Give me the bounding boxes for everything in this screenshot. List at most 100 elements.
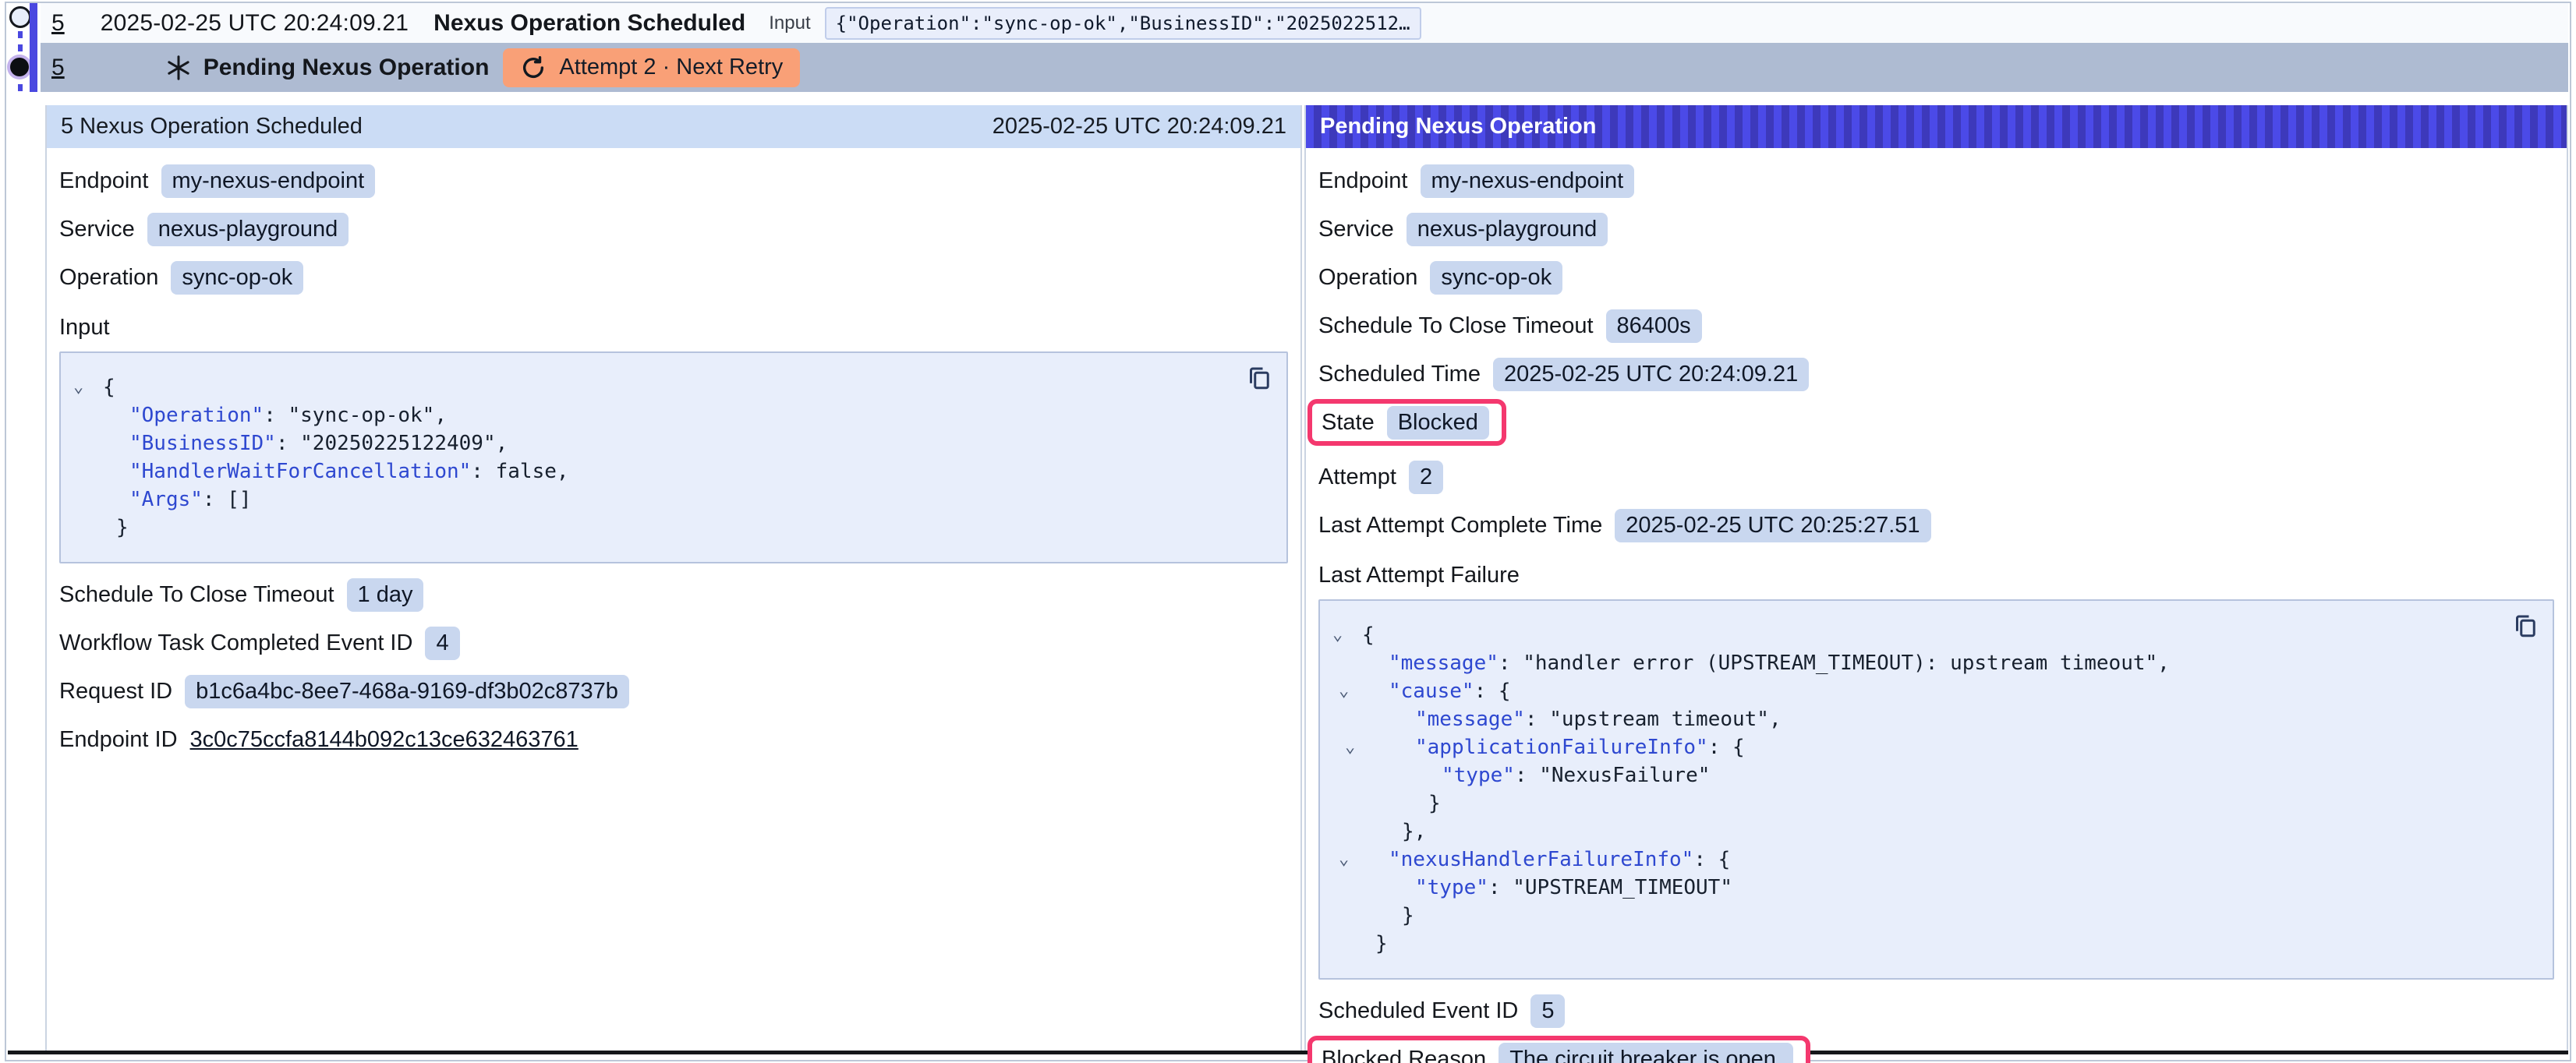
json-code-line: ⌄"nexusHandlerFailureInfo": { <box>1328 846 2534 874</box>
left-fields-bottom: Schedule To Close Timeout 1 day Workflow… <box>59 577 1288 708</box>
json-code-line: ⌄{ <box>69 373 1268 401</box>
left-panel-timestamp: 2025-02-25 UTC 20:24:09.21 <box>993 114 1286 139</box>
field-row: Operation sync-op-ok <box>59 260 1288 295</box>
left-panel-header: 5 Nexus Operation Scheduled 2025-02-25 U… <box>47 105 1300 148</box>
json-text: "applicationFailureInfo": { <box>1362 733 1745 761</box>
json-text: "cause": { <box>1362 677 1511 705</box>
json-gutter <box>1328 902 1362 930</box>
json-plain: : "sync-op-ok", <box>264 404 447 427</box>
blocked-reason-value: The circuit breaker is open. <box>1499 1043 1793 1063</box>
collapse-chevron-icon[interactable]: ⌄ <box>69 373 103 401</box>
event-id-link[interactable]: 5 <box>51 55 65 81</box>
json-code-line: ⌄"applicationFailureInfo": { <box>1328 733 2534 761</box>
field-label: Scheduled Time <box>1318 362 1481 387</box>
input-json-block: ⌄{"Operation": "sync-op-ok","BusinessID"… <box>59 351 1288 563</box>
json-code-line: "Args": [] <box>69 486 1268 514</box>
right-fields-top: Endpoint my-nexus-endpoint Service nexus… <box>1318 164 2554 391</box>
event-id-link[interactable]: 5 <box>51 10 65 37</box>
json-plain: } <box>1428 792 1441 815</box>
json-code-line: }, <box>1328 818 2534 846</box>
json-plain: : "NexusFailure" <box>1515 764 1710 787</box>
json-text: { <box>103 373 115 401</box>
json-key: "cause" <box>1389 680 1474 703</box>
event-row-nexus-operation-scheduled[interactable]: 5 2025-02-25 UTC 20:24:09.21 Nexus Opera… <box>41 3 2568 43</box>
json-plain: : { <box>1474 680 1511 703</box>
field-value: 1 day <box>347 578 424 612</box>
field-value: nexus-playground <box>147 213 349 246</box>
collapse-chevron-icon[interactable]: ⌄ <box>1328 677 1362 705</box>
field-value: sync-op-ok <box>1430 261 1562 295</box>
scheduled-event-id-row: Scheduled Event ID 5 <box>1318 994 2554 1028</box>
json-key: "type" <box>1442 764 1515 787</box>
field-label: Service <box>59 217 135 242</box>
json-text: { <box>1362 621 1375 649</box>
json-text: } <box>1362 902 1414 930</box>
json-gutter <box>69 514 103 542</box>
json-text: "message": "handler error (UPSTREAM_TIME… <box>1362 649 2170 677</box>
json-code-line: } <box>69 514 1268 542</box>
json-code-line: "message": "upstream timeout", <box>1328 705 2534 733</box>
event-row-pending-nexus-operation[interactable]: 5 Pending Nexus Operation Attempt 2 · Ne… <box>41 43 2568 92</box>
right-panel-header: Pending Nexus Operation <box>1306 105 2567 148</box>
field-label: Request ID <box>59 679 172 705</box>
field-label: Operation <box>59 265 158 291</box>
json-code-line: ⌄{ <box>1328 621 2534 649</box>
field-value: 86400s <box>1606 309 1702 343</box>
timeline-start-icon <box>9 6 31 28</box>
json-gutter <box>1328 818 1362 846</box>
field-row: Scheduled Time 2025-02-25 UTC 20:24:09.2… <box>1318 357 2554 391</box>
field-label: Operation <box>1318 265 1417 291</box>
json-code-line: } <box>1328 930 2534 958</box>
collapse-chevron-icon[interactable]: ⌄ <box>1328 846 1362 874</box>
selected-event-indicator-bar <box>30 3 37 92</box>
json-plain: : { <box>1693 848 1730 871</box>
json-gutter <box>1328 930 1362 958</box>
field-value: 4 <box>425 627 459 660</box>
json-code-line: } <box>1328 902 2534 930</box>
input-preview-pill: {"Operation":"sync-op-ok","BusinessID":"… <box>825 7 1421 40</box>
field-row: Request ID b1c6a4bc-8ee7-468a-9169-df3b0… <box>59 674 1288 708</box>
json-text: } <box>1362 930 1388 958</box>
field-row: Service nexus-playground <box>59 212 1288 246</box>
collapse-chevron-icon[interactable]: ⌄ <box>1328 621 1362 649</box>
json-gutter <box>69 429 103 457</box>
endpoint-id-link[interactable]: 3c0c75ccfa8144b092c13ce632463761 <box>190 727 579 753</box>
json-key: "message" <box>1389 652 1499 675</box>
field-label: Attempt <box>1318 464 1396 490</box>
json-text: }, <box>1362 818 1426 846</box>
json-gutter <box>1328 761 1362 789</box>
event-detail-area: 5 Nexus Operation Scheduled 2025-02-25 U… <box>8 92 2568 1054</box>
json-plain: : [] <box>203 488 252 511</box>
failure-json-block: ⌄{"message": "handler error (UPSTREAM_TI… <box>1318 599 2554 980</box>
json-plain: } <box>1402 904 1414 927</box>
field-value: sync-op-ok <box>171 261 303 295</box>
copy-icon[interactable] <box>1244 364 1274 394</box>
attempt-retry-badge: Attempt 2 · Next Retry <box>503 48 800 87</box>
copy-icon[interactable] <box>2511 612 2540 641</box>
json-text: "BusinessID": "20250225122409", <box>103 429 508 457</box>
json-code-line: ⌄"cause": { <box>1328 677 2534 705</box>
left-panel-title: 5 Nexus Operation Scheduled <box>61 114 363 139</box>
json-gutter <box>69 401 103 429</box>
json-text: "nexusHandlerFailureInfo": { <box>1362 846 1730 874</box>
field-label: Blocked Reason <box>1322 1047 1486 1063</box>
attempt-retry-badge-label: Attempt 2 · Next Retry <box>559 55 783 80</box>
json-gutter <box>69 457 103 486</box>
field-label: Endpoint ID <box>59 727 178 753</box>
json-plain: { <box>1362 623 1375 647</box>
json-text: } <box>1362 789 1441 818</box>
field-value: 5 <box>1530 994 1565 1028</box>
field-label: Schedule To Close Timeout <box>59 582 334 608</box>
field-label: Last Attempt Complete Time <box>1318 513 1602 539</box>
json-gutter <box>1328 649 1362 677</box>
field-value: 2025-02-25 UTC 20:24:09.21 <box>1493 358 1809 391</box>
state-row: State Blocked <box>1322 405 1489 440</box>
last-attempt-failure-label: Last Attempt Failure <box>1318 563 2554 588</box>
endpoint-id-row: Endpoint ID 3c0c75ccfa8144b092c13ce63246… <box>59 722 1288 757</box>
collapse-chevron-icon[interactable]: ⌄ <box>1328 733 1362 761</box>
right-panel-title: Pending Nexus Operation <box>1320 114 1597 139</box>
json-code-line: "Operation": "sync-op-ok", <box>69 401 1268 429</box>
json-text: "type": "NexusFailure" <box>1362 761 1710 789</box>
field-label: Endpoint <box>59 168 149 194</box>
json-key: "type" <box>1415 876 1488 899</box>
